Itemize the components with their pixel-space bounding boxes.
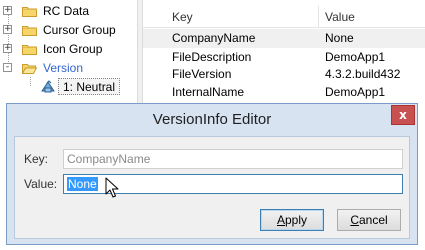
cancel-mnemonic: C: [350, 213, 359, 227]
collapse-icon[interactable]: -: [3, 63, 12, 72]
tree-connector: [30, 77, 31, 86]
close-icon: x: [399, 108, 407, 122]
folder-icon: [22, 43, 37, 55]
tree-item-icon-group[interactable]: + Icon Group: [0, 40, 137, 59]
expand-icon[interactable]: +: [3, 25, 12, 34]
tree-item-cursor-group[interactable]: + Cursor Group: [0, 21, 137, 40]
column-divider[interactable]: [318, 6, 319, 28]
folder-icon: [22, 24, 37, 36]
dialog-titlebar[interactable]: VersionInfo Editor x: [7, 104, 417, 134]
tree-item-rc-data[interactable]: + RC Data: [0, 2, 137, 21]
mouse-cursor-icon: [105, 177, 119, 199]
tree-item-label: Icon Group: [43, 42, 103, 56]
row-value: 4.3.2.build432: [325, 67, 401, 81]
tree-item-label: 1: Neutral: [58, 78, 121, 95]
value-field-selected-text: None: [67, 177, 98, 191]
row-key: FileVersion: [172, 67, 232, 81]
tree-leaf[interactable]: 1: Neutral: [38, 77, 138, 96]
version-info-list[interactable]: Key Value CompanyName None FileDescripti…: [143, 0, 425, 105]
apply-label: pply: [285, 213, 308, 227]
dialog-body: Key: CompanyName Value: None Apply Cance…: [14, 136, 410, 239]
folder-open-icon: [22, 62, 37, 74]
row-key: CompanyName: [172, 31, 256, 45]
list-header: Key Value: [143, 6, 425, 28]
apply-mnemonic: A: [276, 213, 285, 227]
row-value: DemoApp1: [325, 85, 386, 99]
column-header-value[interactable]: Value: [325, 10, 355, 24]
apply-button[interactable]: Apply: [260, 209, 324, 231]
dialog-title: VersionInfo Editor: [152, 111, 272, 128]
tree-item-label: Cursor Group: [43, 23, 116, 37]
tree-item-label: RC Data: [43, 4, 90, 18]
key-field-value: CompanyName: [67, 152, 151, 166]
close-button[interactable]: x: [391, 105, 415, 125]
row-key: InternalName: [172, 85, 245, 99]
versioninfo-editor-dialog: VersionInfo Editor x Key: CompanyName Va…: [6, 103, 418, 245]
cancel-button[interactable]: Cancel: [337, 209, 401, 231]
key-label: Key:: [24, 152, 49, 166]
value-label: Value:: [24, 177, 58, 191]
folder-icon: [22, 5, 37, 17]
resource-tree[interactable]: + RC Data + Cursor Group + Icon Group -: [0, 0, 137, 105]
cancel-label: ancel: [358, 213, 388, 227]
list-row-fileversion[interactable]: FileVersion 4.3.2.build432: [143, 65, 425, 84]
expand-icon[interactable]: +: [3, 6, 12, 15]
row-key: FileDescription: [172, 50, 252, 64]
tree-item-label: Version: [43, 61, 84, 75]
row-value: None: [325, 31, 354, 45]
list-row-internalname[interactable]: InternalName DemoApp1: [143, 83, 425, 102]
version-resource-icon: [40, 79, 56, 95]
row-value: DemoApp1: [325, 50, 386, 64]
column-header-key[interactable]: Key: [172, 10, 193, 24]
expand-icon[interactable]: +: [3, 44, 12, 53]
tree-item-neutral[interactable]: 1: Neutral: [0, 77, 137, 96]
list-row-companyname[interactable]: CompanyName None: [143, 29, 425, 48]
key-field: CompanyName: [63, 149, 403, 169]
tree-item-version[interactable]: - Version: [0, 59, 137, 78]
